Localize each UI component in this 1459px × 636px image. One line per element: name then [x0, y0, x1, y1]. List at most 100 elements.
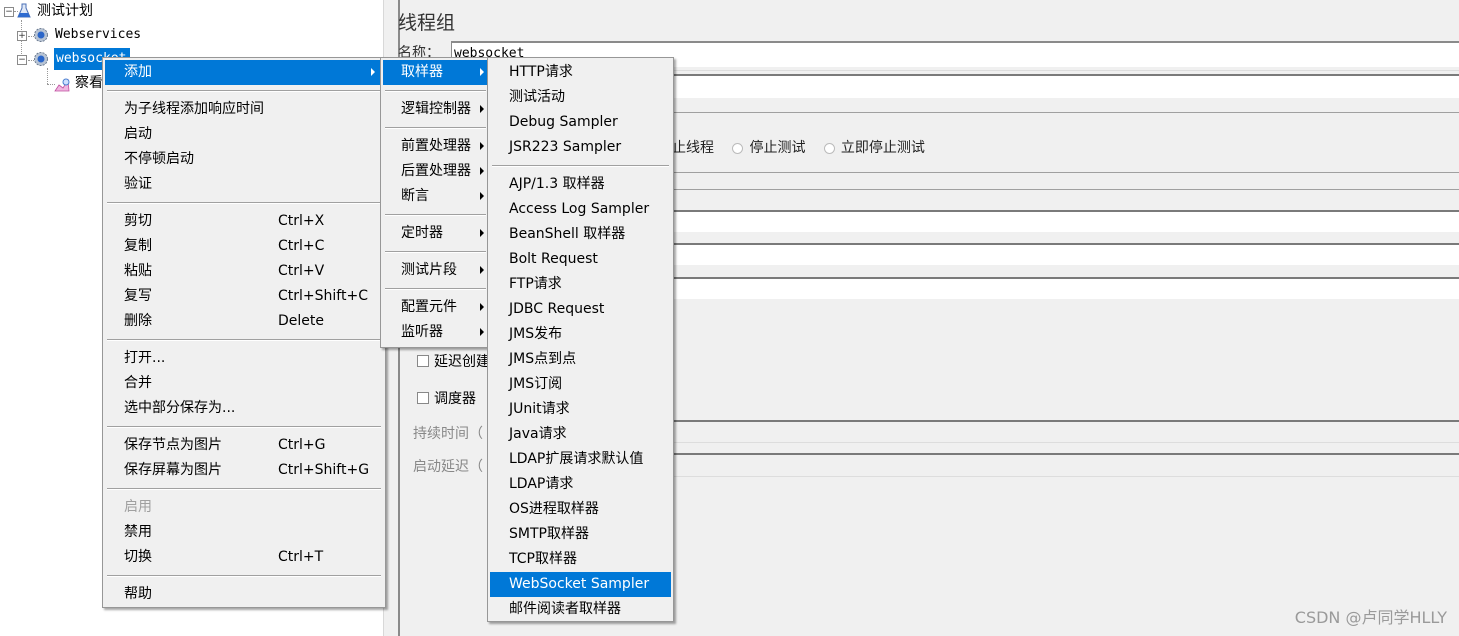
- add-submenu-item[interactable]: 定时器: [383, 221, 488, 246]
- add-submenu-item[interactable]: 取样器: [383, 60, 488, 85]
- menu-item-label: 测试活动: [509, 89, 565, 105]
- add-submenu-item[interactable]: 后置处理器: [383, 159, 488, 184]
- menu-item-label: Debug Sampler: [509, 114, 618, 130]
- radio-stop-test[interactable]: [732, 142, 744, 154]
- sampler-menu-item[interactable]: BeanShell 取样器: [490, 222, 671, 247]
- context-menu-item[interactable]: 验证: [105, 172, 383, 197]
- shortcut-label: Ctrl+Shift+G: [278, 462, 370, 478]
- radio-label-stop-test: 停止测试: [749, 140, 806, 156]
- submenu-arrow-icon: [480, 266, 484, 274]
- collapse-root-toggle[interactable]: −: [4, 7, 14, 17]
- menu-separator: [107, 575, 381, 577]
- menu-item-label: 监听器: [401, 324, 443, 340]
- menu-item-label: 添加: [124, 64, 152, 80]
- menu-item-label: 前置处理器: [401, 138, 471, 154]
- context-menu-item[interactable]: 添加: [105, 60, 383, 85]
- shortcut-label: Ctrl+G: [278, 437, 326, 453]
- context-menu-item[interactable]: 保存节点为图片 Ctrl+G: [105, 433, 383, 458]
- context-menu-item[interactable]: 粘贴 Ctrl+V: [105, 259, 383, 284]
- menu-item-label: WebSocket Sampler: [509, 576, 650, 592]
- menu-item-label: LDAP请求: [509, 476, 574, 492]
- menu-separator: [385, 288, 486, 290]
- shortcut-label: Ctrl+V: [278, 263, 325, 279]
- sampler-menu-item[interactable]: WebSocket Sampler: [490, 572, 671, 597]
- context-menu-item[interactable]: 禁用: [105, 520, 383, 545]
- context-menu-item[interactable]: 不停顿启动: [105, 147, 383, 172]
- sampler-menu-item[interactable]: JMS点到点: [490, 347, 671, 372]
- threads-input[interactable]: [673, 212, 1459, 232]
- submenu-arrow-icon: [480, 229, 484, 237]
- sampler-menu-item[interactable]: JUnit请求: [490, 397, 671, 422]
- menu-item-label: JMS发布: [509, 326, 563, 342]
- startup-delay-label: 启动延迟（: [413, 459, 483, 475]
- context-menu-item[interactable]: 帮助: [105, 582, 383, 607]
- sampler-menu-item[interactable]: Access Log Sampler: [490, 197, 671, 222]
- context-menu-item[interactable]: 剪切 Ctrl+X: [105, 209, 383, 234]
- add-submenu: 取样器逻辑控制器前置处理器后置处理器 断言定时器测试片段配置元件监听器: [380, 57, 491, 348]
- radio-label-stop-test-now: 立即停止测试: [840, 140, 925, 156]
- menu-item-label: JUnit请求: [509, 401, 570, 417]
- sampler-menu-item[interactable]: SMTP取样器: [490, 522, 671, 547]
- delay-thread-checkbox[interactable]: [417, 355, 429, 367]
- add-submenu-item[interactable]: 断言: [383, 184, 488, 209]
- menu-item-label: 邮件阅读者取样器: [509, 601, 621, 617]
- menu-separator: [107, 426, 381, 428]
- collapse-toggle[interactable]: −: [17, 55, 27, 65]
- scheduler-label: 调度器: [434, 391, 476, 407]
- menu-item-label: 打开...: [124, 350, 166, 366]
- sampler-menu-item[interactable]: HTTP请求: [490, 60, 671, 85]
- expand-toggle[interactable]: +: [17, 31, 27, 41]
- menu-item-label: 保存节点为图片: [124, 437, 222, 453]
- shortcut-label: Delete: [278, 313, 324, 329]
- loop-count-input[interactable]: [673, 279, 1459, 299]
- add-submenu-item[interactable]: 逻辑控制器: [383, 97, 488, 122]
- duration-label: 持续时间（: [413, 426, 483, 442]
- menu-separator: [107, 488, 381, 490]
- rampup-input[interactable]: [673, 245, 1459, 265]
- sampler-menu-item[interactable]: TCP取样器: [490, 547, 671, 572]
- flask-icon: [17, 3, 31, 18]
- context-menu-item[interactable]: 启用: [105, 495, 383, 520]
- watermark: CSDN @卢同学HLLY: [1294, 608, 1447, 627]
- sampler-menu-item[interactable]: Debug Sampler: [490, 110, 671, 135]
- sampler-menu-item[interactable]: 测试活动: [490, 85, 671, 110]
- sampler-menu-item[interactable]: JMS发布: [490, 322, 671, 347]
- menu-separator: [492, 165, 669, 167]
- sampler-menu-item[interactable]: JDBC Request: [490, 297, 671, 322]
- sampler-menu-item[interactable]: Bolt Request: [490, 247, 671, 272]
- sampler-menu-item[interactable]: LDAP请求: [490, 472, 671, 497]
- menu-item-label: 剪切: [124, 213, 152, 229]
- context-menu-item[interactable]: 保存屏幕为图片 Ctrl+Shift+G: [105, 458, 383, 483]
- sampler-menu-item[interactable]: FTP请求: [490, 272, 671, 297]
- comment-field[interactable]: [673, 76, 1459, 98]
- sampler-menu-item[interactable]: JMS订阅: [490, 372, 671, 397]
- context-menu-item[interactable]: 复写 Ctrl+Shift+C: [105, 284, 383, 309]
- sampler-menu-item[interactable]: JSR223 Sampler: [490, 135, 671, 160]
- context-menu-item[interactable]: 合并: [105, 371, 383, 396]
- sampler-menu-item[interactable]: LDAP扩展请求默认值: [490, 447, 671, 472]
- context-menu-item[interactable]: 切换 Ctrl+T: [105, 545, 383, 570]
- context-menu-item[interactable]: 选中部分保存为...: [105, 396, 383, 421]
- sampler-menu-item[interactable]: AJP/1.3 取样器: [490, 172, 671, 197]
- context-menu-item[interactable]: 为子线程添加响应时间: [105, 97, 383, 122]
- context-menu-item[interactable]: 打开...: [105, 346, 383, 371]
- context-menu-item[interactable]: 复制 Ctrl+C: [105, 234, 383, 259]
- menu-item-label: AJP/1.3 取样器: [509, 176, 605, 192]
- add-submenu-item[interactable]: 测试片段: [383, 258, 488, 283]
- add-submenu-item[interactable]: 监听器: [383, 320, 488, 345]
- context-menu-item[interactable]: 启动: [105, 122, 383, 147]
- menu-item-label: JSR223 Sampler: [509, 139, 622, 155]
- add-submenu-item[interactable]: 前置处理器: [383, 134, 488, 159]
- context-menu-item[interactable]: 删除 Delete: [105, 309, 383, 334]
- menu-item-label: 切换: [124, 549, 152, 565]
- sampler-menu-item[interactable]: Java请求: [490, 422, 671, 447]
- radio-stop-test-now[interactable]: [823, 142, 835, 154]
- sampler-menu-item[interactable]: OS进程取样器: [490, 497, 671, 522]
- menu-item-label: 保存屏幕为图片: [124, 462, 222, 478]
- menu-separator: [385, 90, 486, 92]
- scheduler-checkbox[interactable]: [417, 392, 429, 404]
- submenu-arrow-icon: [480, 303, 484, 311]
- add-submenu-item[interactable]: 配置元件: [383, 295, 488, 320]
- sampler-menu-item[interactable]: 邮件阅读者取样器: [490, 597, 671, 622]
- shortcut-label: Ctrl+T: [278, 549, 324, 565]
